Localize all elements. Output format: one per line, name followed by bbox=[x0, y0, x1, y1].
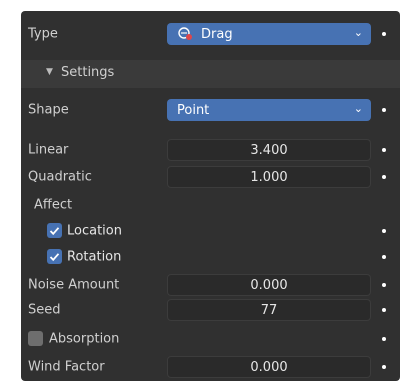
settings-subpanel-header[interactable]: ▼ Settings bbox=[21, 60, 400, 88]
checkmark-icon bbox=[49, 252, 60, 261]
keyframe-dot[interactable] bbox=[382, 148, 386, 152]
keyframe-dot[interactable] bbox=[382, 308, 386, 312]
type-row: Type Drag ⌄ bbox=[21, 21, 400, 47]
keyframe-dot[interactable] bbox=[382, 32, 386, 36]
keyframe-dot[interactable] bbox=[382, 229, 386, 233]
wind-factor-row: Wind Factor 0.000 bbox=[21, 354, 400, 380]
absorption-label[interactable]: Absorption bbox=[49, 332, 119, 347]
shape-row: Shape Point ⌄ bbox=[21, 97, 400, 123]
location-row: Location bbox=[21, 218, 400, 244]
quadratic-label: Quadratic bbox=[28, 169, 92, 185]
keyframe-dot[interactable] bbox=[382, 255, 386, 259]
location-checkbox[interactable] bbox=[47, 223, 62, 238]
keyframe-dot[interactable] bbox=[382, 175, 386, 179]
absorption-checkbox[interactable] bbox=[28, 331, 43, 346]
linear-field[interactable]: 3.400 bbox=[167, 139, 371, 161]
rotation-row: Rotation bbox=[21, 244, 400, 270]
type-label: Type bbox=[28, 26, 58, 42]
linear-label: Linear bbox=[28, 142, 69, 158]
rotation-label[interactable]: Rotation bbox=[67, 250, 121, 265]
chevron-down-icon: ⌄ bbox=[353, 102, 363, 115]
keyframe-dot[interactable] bbox=[382, 108, 386, 112]
checkmark-icon bbox=[49, 226, 60, 235]
chevron-down-icon: ⌄ bbox=[353, 26, 363, 39]
seed-row: Seed 77 bbox=[21, 297, 400, 323]
affect-label: Affect bbox=[34, 197, 73, 213]
keyframe-dot[interactable] bbox=[382, 337, 386, 341]
wind-factor-label: Wind Factor bbox=[28, 359, 105, 375]
screenshot-frame: Type Drag ⌄ ▼ Settings Shape Point ⌄ Lin… bbox=[0, 0, 414, 385]
noise-amount-row: Noise Amount 0.000 bbox=[21, 272, 400, 298]
location-label[interactable]: Location bbox=[67, 224, 122, 239]
noise-amount-label: Noise Amount bbox=[28, 277, 120, 293]
shape-dropdown[interactable]: Point ⌄ bbox=[167, 99, 371, 121]
rotation-checkbox[interactable] bbox=[47, 249, 62, 264]
noise-amount-field[interactable]: 0.000 bbox=[167, 274, 371, 296]
keyframe-dot[interactable] bbox=[382, 283, 386, 287]
quadratic-field[interactable]: 1.000 bbox=[167, 166, 371, 188]
type-value: Drag bbox=[201, 26, 233, 42]
seed-field[interactable]: 77 bbox=[167, 299, 371, 321]
force-field-settings-panel: Type Drag ⌄ ▼ Settings Shape Point ⌄ Lin… bbox=[21, 11, 400, 381]
collapse-triangle-icon: ▼ bbox=[46, 67, 53, 77]
keyframe-dot[interactable] bbox=[382, 365, 386, 369]
linear-row: Linear 3.400 bbox=[21, 137, 400, 163]
wind-factor-field[interactable]: 0.000 bbox=[167, 356, 371, 378]
shape-value: Point bbox=[177, 102, 210, 118]
absorption-row: Absorption bbox=[21, 326, 400, 352]
drag-force-icon bbox=[177, 27, 193, 41]
shape-label: Shape bbox=[28, 102, 69, 118]
seed-label: Seed bbox=[28, 302, 61, 318]
type-dropdown[interactable]: Drag ⌄ bbox=[167, 23, 371, 45]
quadratic-row: Quadratic 1.000 bbox=[21, 164, 400, 190]
settings-label: Settings bbox=[61, 65, 115, 80]
affect-row: Affect bbox=[21, 192, 400, 218]
